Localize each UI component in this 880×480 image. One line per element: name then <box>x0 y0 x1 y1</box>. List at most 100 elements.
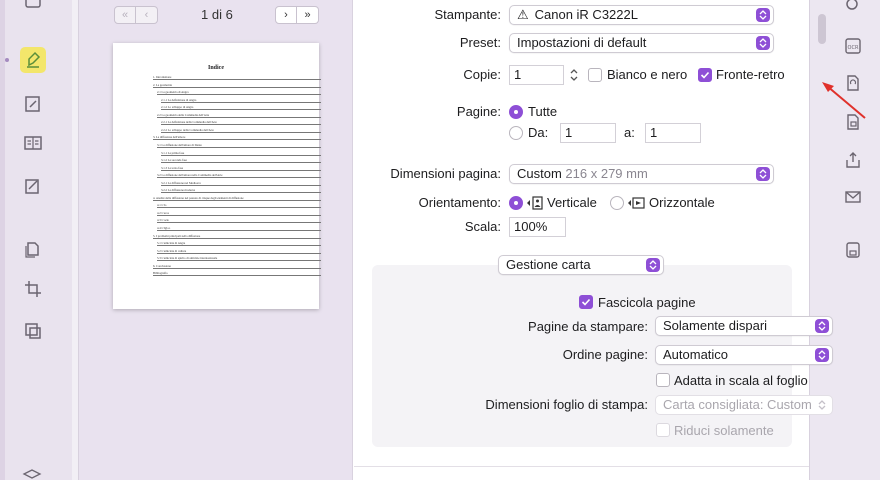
copies-label: Copie: <box>463 67 501 82</box>
thumbnail-toc-line: 4. Analisi della diffusione nel passato … <box>153 196 321 201</box>
preset-label: Preset: <box>459 35 501 50</box>
printer-select[interactable]: ⚠ Canon iR C3222L <box>509 5 774 25</box>
search-icon[interactable] <box>842 0 864 16</box>
stack-icon[interactable] <box>22 466 42 480</box>
thumbnail-toc-line: Bibliografia <box>153 271 321 277</box>
ocr-icon[interactable]: OCR <box>842 35 864 57</box>
layers-icon[interactable] <box>22 320 44 342</box>
pages-to-field[interactable]: 1 <box>645 123 701 143</box>
pages-range-radio[interactable] <box>509 126 523 140</box>
landscape-icon <box>627 196 645 210</box>
landscape-label: Orizzontale <box>649 195 715 210</box>
sidebar-edge <box>0 0 5 480</box>
pages-all-radio[interactable] <box>509 105 523 119</box>
paper-size-value: Custom <box>517 166 562 181</box>
thumbnail-toc-line: 2. La geometria <box>153 83 321 88</box>
section-value: Gestione carta <box>506 257 591 272</box>
edit-text-icon[interactable] <box>22 93 44 115</box>
annotation-arrow <box>822 82 866 119</box>
printer-label: Stampante: <box>434 7 502 22</box>
page-order-value: Automatico <box>663 347 729 362</box>
thumbnail-toc-line: 2.2.2 Lo sviluppo della Commedia dell'Ar… <box>161 128 321 133</box>
section-select[interactable]: Gestione carta <box>498 255 664 275</box>
duplex-label: Fronte-retro <box>716 67 785 82</box>
highlighter-icon[interactable] <box>20 47 46 73</box>
collate-checkbox[interactable] <box>579 295 593 309</box>
scale-field[interactable]: 100% <box>509 217 566 237</box>
chevron-updown-icon <box>815 319 829 333</box>
duplex-checkbox[interactable] <box>698 68 712 82</box>
collate-label: Fascicola pagine <box>598 295 696 310</box>
next-page-button[interactable]: › <box>275 6 297 24</box>
thumbnail-toc-line: 1. Introduzione <box>153 75 321 80</box>
page-counter: 1 di 6 <box>201 7 233 22</box>
thumbnail-toc-line: 2.2 La geometria della Commedia dell'Art… <box>157 113 321 118</box>
first-page-button[interactable]: « <box>114 6 136 24</box>
scale-label: Scala: <box>464 219 501 234</box>
mail-icon[interactable] <box>842 186 864 208</box>
bw-label: Bianco e nero <box>607 67 688 82</box>
page-forward-controls: › » <box>275 6 319 24</box>
paper-sheet-size-select[interactable]: Carta consigliata: Custom <box>655 395 833 415</box>
save-icon[interactable] <box>842 239 864 261</box>
chevron-updown-icon <box>815 398 829 412</box>
organize-pages-icon[interactable] <box>22 238 44 260</box>
portrait-radio[interactable] <box>509 196 523 210</box>
thumbnail-toc-line: 2.1.2 Lo sviluppo di Angra <box>161 105 321 111</box>
landscape-radio[interactable] <box>610 196 624 210</box>
bw-checkbox[interactable] <box>588 68 602 82</box>
pages-to-print-select[interactable]: Solamente dispari <box>655 316 833 336</box>
thumbnail-toc-line: 3. La diffusione dell'amore <box>153 135 321 141</box>
crop-icon[interactable] <box>22 278 44 300</box>
right-scrollbar[interactable] <box>818 14 826 44</box>
chevron-updown-icon <box>756 167 770 181</box>
last-page-button[interactable]: » <box>297 6 319 24</box>
pages-to-label: a: <box>624 125 635 140</box>
pages-from-field[interactable]: 1 <box>560 123 616 143</box>
paper-sheet-size-value: Carta consigliata: Custom <box>663 397 812 412</box>
chevron-updown-icon <box>756 36 770 50</box>
thumbnail-toc-line: 6. Conclusione <box>153 264 321 269</box>
thumbnail-toc-line: 5.1 L'amicizia di Angra <box>157 241 321 247</box>
comment-icon[interactable] <box>22 0 44 14</box>
fit-to-paper-label: Adatta in scala al foglio <box>674 373 808 388</box>
orientation-label: Orientamento: <box>418 195 501 210</box>
chevron-updown-icon <box>815 348 829 362</box>
thumbnail-toc-line: 5. I problemi principali nella diffusion… <box>153 234 321 239</box>
app-sidebar <box>0 0 72 480</box>
thumbnail-toc-line: 4.3 L'ozio <box>157 218 321 224</box>
warning-icon: ⚠ <box>517 7 529 22</box>
paper-size-select[interactable]: Custom 216 x 279 mm <box>509 164 774 184</box>
page-thumbnail: Indice 1. Introduzione 2. La geometria 2.1… <box>113 43 321 309</box>
share-icon[interactable] <box>842 149 864 171</box>
footer-divider <box>354 466 809 467</box>
preview-pane: « ‹ 1 di 6 › » Indice 1. Introduzione 2. … <box>79 0 353 480</box>
page-order-select[interactable]: Automatico <box>655 345 833 365</box>
portrait-icon <box>526 196 544 210</box>
reduce-only-label: Riduci solamente <box>674 423 774 438</box>
thumbnail-toc-line: 5.2 L'amicizia di cultura <box>157 249 321 254</box>
copies-stepper[interactable] <box>568 66 580 84</box>
previous-page-button[interactable]: ‹ <box>136 6 158 24</box>
sidebar-active-indicator <box>5 58 9 62</box>
reader-icon[interactable] <box>22 132 44 154</box>
form-icon[interactable] <box>22 175 44 197</box>
reduce-only-checkbox[interactable] <box>656 423 670 437</box>
preset-value: Impostazioni di default <box>517 35 647 50</box>
thumbnail-toc-line: 3.1.1 La prima fase <box>161 151 321 156</box>
fit-to-paper-checkbox[interactable] <box>656 373 670 387</box>
thumbnail-toc-line: 4.1 L'Io <box>157 203 321 209</box>
pages-to-print-label: Pagine da stampare: <box>528 319 648 334</box>
thumbnail-toc-line: 3.1.3 La terza fase <box>161 166 321 171</box>
paper-size-detail: 216 x 279 mm <box>565 166 648 181</box>
thumbnail-toc-line: 4.4 L'Igloo <box>157 226 321 231</box>
preset-select[interactable]: Impostazioni di default <box>509 33 774 53</box>
thumbnail-toc-line: 3.2.2 La diffusione moderna <box>161 188 321 194</box>
portrait-label: Verticale <box>547 195 597 210</box>
thumbnail-toc-line: 2.2.1 La definizione della Commedia dell… <box>161 120 321 126</box>
print-dialog: « ‹ 1 di 6 › » Indice 1. Introduzione 2. … <box>78 0 866 480</box>
page-order-label: Ordine pagine: <box>562 347 648 362</box>
pages-all-label: Tutte <box>528 104 558 119</box>
copies-field[interactable]: 1 <box>509 65 564 85</box>
thumbnail-toc-line: 3.2.1 La diffusione nel Medioevo <box>161 181 321 186</box>
